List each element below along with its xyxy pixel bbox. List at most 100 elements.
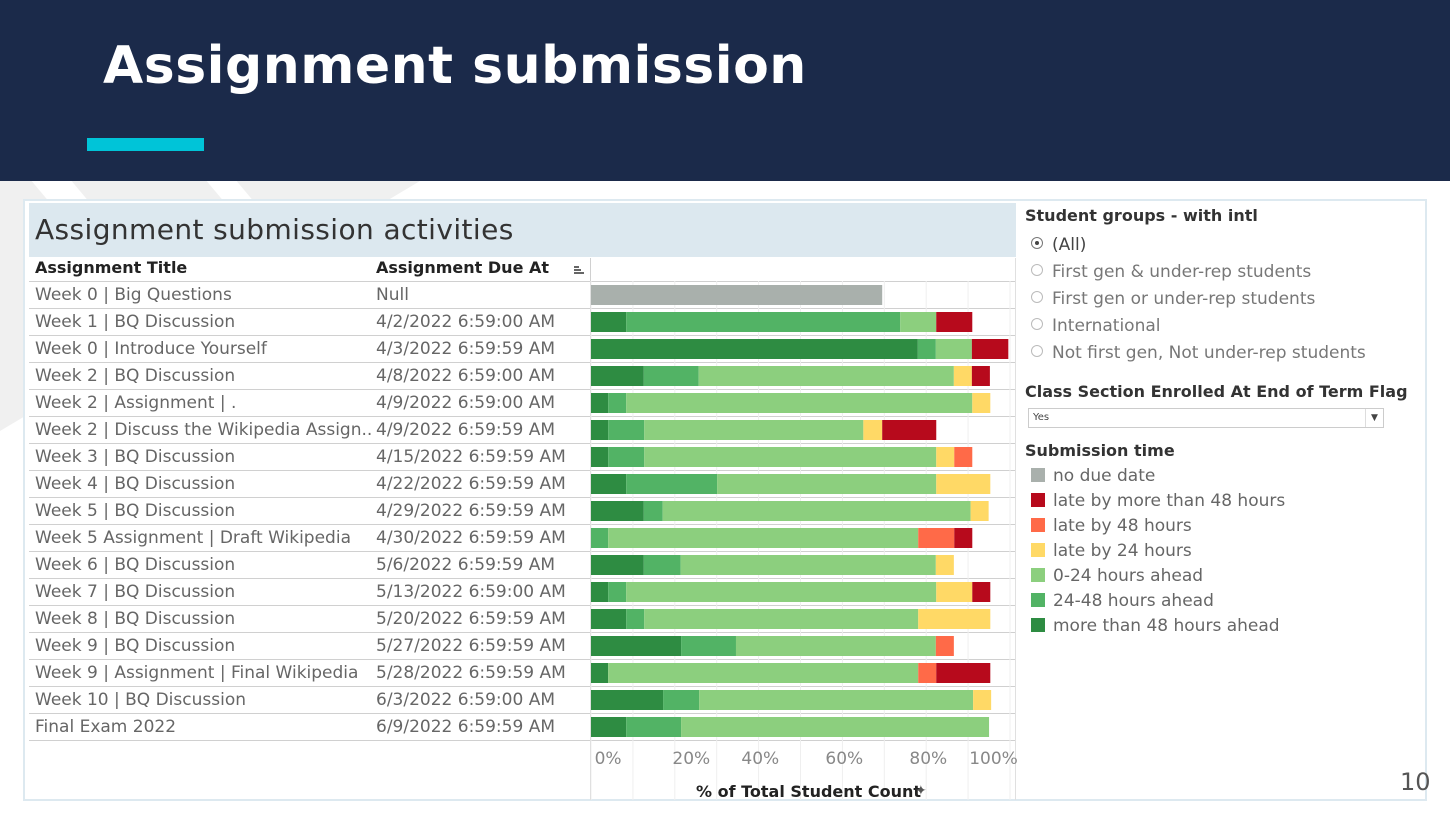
- legend-item[interactable]: no due date: [1031, 466, 1155, 486]
- page-number: 10: [1400, 768, 1431, 796]
- bar-segment-ahead-24-48[interactable]: [643, 555, 681, 575]
- bar-segment-ahead-0-24[interactable]: [644, 609, 919, 629]
- bar-segment-ahead-gt48[interactable]: [591, 717, 627, 737]
- bar-segment-ahead-0-24[interactable]: [644, 420, 864, 440]
- bar-segment-late-24[interactable]: [935, 555, 954, 575]
- bar-segment-ahead-gt48[interactable]: [591, 555, 644, 575]
- student-group-option[interactable]: First gen or under-rep students: [1031, 289, 1315, 309]
- bar-segment-ahead-0-24[interactable]: [626, 393, 973, 413]
- bar-segment-ahead-0-24[interactable]: [644, 447, 937, 467]
- bar-segment-ahead-24-48[interactable]: [917, 339, 936, 359]
- bar-segment-late-gt48[interactable]: [954, 528, 973, 548]
- bar-segment-ahead-gt48[interactable]: [591, 393, 609, 413]
- bar-segment-ahead-0-24[interactable]: [680, 555, 936, 575]
- bar-segment-late-48[interactable]: [918, 663, 937, 683]
- bar-segment-ahead-gt48[interactable]: [591, 609, 627, 629]
- student-group-option[interactable]: Not first gen, Not under-rep students: [1031, 343, 1366, 363]
- bar-segment-late-24[interactable]: [972, 393, 991, 413]
- bar-segment-ahead-0-24[interactable]: [681, 717, 990, 737]
- bar-segment-ahead-gt48[interactable]: [591, 366, 644, 386]
- bar-segment-ahead-gt48[interactable]: [591, 690, 664, 710]
- bar-segment-ahead-24-48[interactable]: [626, 474, 718, 494]
- legend-item[interactable]: more than 48 hours ahead: [1031, 616, 1280, 636]
- radio-unselected-icon[interactable]: [1031, 264, 1043, 276]
- bar-segment-ahead-24-48[interactable]: [626, 609, 645, 629]
- bar-segment-ahead-0-24[interactable]: [717, 474, 937, 494]
- bar-segment-ahead-24-48[interactable]: [608, 393, 627, 413]
- bar-segment-ahead-gt48[interactable]: [591, 582, 609, 602]
- title-accent-bar: [87, 138, 204, 151]
- bar-segment-late-gt48[interactable]: [972, 582, 991, 602]
- bar-segment-late-48[interactable]: [918, 528, 955, 548]
- chevron-down-icon[interactable]: ▼: [1365, 409, 1383, 427]
- student-group-option[interactable]: (All): [1031, 235, 1086, 255]
- radio-unselected-icon[interactable]: [1031, 291, 1043, 303]
- bar-segment-ahead-24-48[interactable]: [608, 582, 627, 602]
- bar-segment-late-24[interactable]: [936, 447, 955, 467]
- bar-segment-ahead-24-48[interactable]: [626, 312, 901, 332]
- legend-item[interactable]: late by more than 48 hours: [1031, 491, 1285, 511]
- legend-label: late by 24 hours: [1053, 541, 1192, 561]
- radio-selected-icon[interactable]: [1031, 237, 1043, 249]
- bar-segment-ahead-24-48[interactable]: [608, 420, 645, 440]
- enrolled-flag-dropdown[interactable]: Yes ▼: [1028, 408, 1384, 428]
- bar-segment-ahead-0-24[interactable]: [662, 501, 971, 521]
- legend-title: Submission time: [1025, 441, 1175, 460]
- x-axis-tick-label: 0%: [594, 749, 622, 769]
- bar-segment-late-24[interactable]: [953, 366, 972, 386]
- student-groups-filter-label: Student groups - with intl: [1025, 206, 1258, 225]
- legend-item[interactable]: late by 24 hours: [1031, 541, 1192, 561]
- bar-segment-late-gt48[interactable]: [971, 366, 990, 386]
- bar-segment-ahead-24-48[interactable]: [626, 717, 682, 737]
- bar-segment-ahead-0-24[interactable]: [900, 312, 937, 332]
- bar-segment-late-24[interactable]: [918, 609, 991, 629]
- bar-segment-ahead-0-24[interactable]: [608, 528, 919, 548]
- bar-segment-late-24[interactable]: [970, 501, 989, 521]
- legend-item[interactable]: 0-24 hours ahead: [1031, 566, 1203, 586]
- bar-segment-ahead-24-48[interactable]: [663, 690, 700, 710]
- bar-segment-late-24[interactable]: [936, 474, 991, 494]
- bar-segment-ahead-gt48[interactable]: [591, 420, 609, 440]
- bar-segment-late-24[interactable]: [863, 420, 883, 440]
- bar-segment-late-48[interactable]: [935, 636, 954, 656]
- bar-segment-late-gt48[interactable]: [936, 312, 973, 332]
- bar-segment-ahead-gt48[interactable]: [591, 339, 918, 359]
- bar-segment-ahead-0-24[interactable]: [626, 582, 937, 602]
- bar-segment-ahead-0-24[interactable]: [735, 636, 936, 656]
- student-group-option[interactable]: International: [1031, 316, 1161, 336]
- bar-segment-ahead-24-48[interactable]: [591, 528, 609, 548]
- bar-segment-ahead-gt48[interactable]: [591, 501, 644, 521]
- bar-segment-no-due[interactable]: [591, 285, 883, 305]
- bar-segment-ahead-24-48[interactable]: [681, 636, 736, 656]
- student-group-option[interactable]: First gen & under-rep students: [1031, 262, 1311, 282]
- slide-header: Assignment submission: [0, 0, 1450, 181]
- radio-unselected-icon[interactable]: [1031, 318, 1043, 330]
- bar-segment-ahead-gt48[interactable]: [591, 312, 627, 332]
- bar-segment-ahead-gt48[interactable]: [591, 447, 609, 467]
- bar-segment-ahead-0-24[interactable]: [608, 663, 919, 683]
- bar-segment-ahead-gt48[interactable]: [591, 474, 627, 494]
- legend-swatch: [1031, 618, 1045, 632]
- bar-segment-ahead-24-48[interactable]: [608, 447, 645, 467]
- bar-segment-ahead-0-24[interactable]: [699, 690, 974, 710]
- enrolled-flag-value: Yes: [1033, 412, 1050, 423]
- bar-segment-late-48[interactable]: [954, 447, 973, 467]
- legend-label: late by 48 hours: [1053, 516, 1192, 536]
- radio-unselected-icon[interactable]: [1031, 345, 1043, 357]
- bar-segment-late-24[interactable]: [973, 690, 992, 710]
- bar-segment-ahead-0-24[interactable]: [698, 366, 954, 386]
- bar-segment-ahead-gt48[interactable]: [591, 663, 609, 683]
- student-group-option-label: (All): [1052, 235, 1087, 255]
- bar-segment-ahead-gt48[interactable]: [591, 636, 682, 656]
- legend-item[interactable]: 24-48 hours ahead: [1031, 591, 1214, 611]
- pin-icon[interactable]: ✦: [915, 783, 927, 799]
- bar-segment-late-gt48[interactable]: [936, 663, 991, 683]
- bar-segment-ahead-24-48[interactable]: [643, 501, 663, 521]
- bar-segment-ahead-0-24[interactable]: [935, 339, 972, 359]
- enrolled-flag-filter-label: Class Section Enrolled At End of Term Fl…: [1025, 382, 1408, 401]
- bar-segment-late-gt48[interactable]: [882, 420, 937, 440]
- bar-segment-ahead-24-48[interactable]: [643, 366, 699, 386]
- bar-segment-late-gt48[interactable]: [971, 339, 1009, 359]
- bar-segment-late-24[interactable]: [936, 582, 973, 602]
- legend-item[interactable]: late by 48 hours: [1031, 516, 1192, 536]
